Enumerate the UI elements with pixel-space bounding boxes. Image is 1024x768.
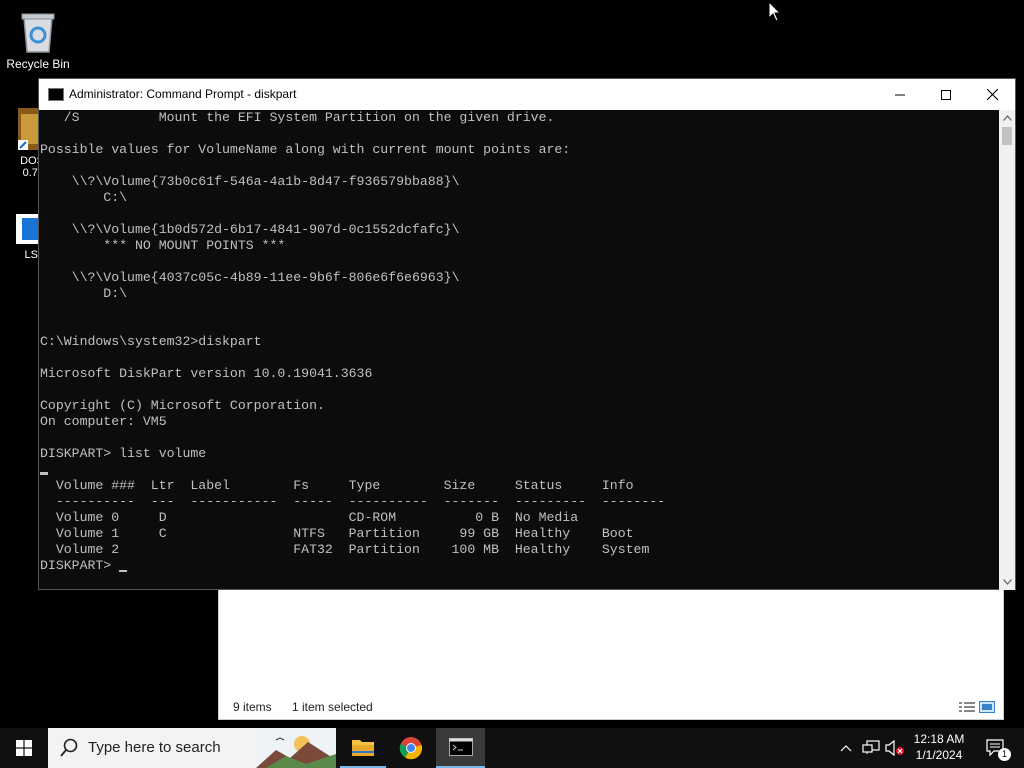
ls-label: LS: [24, 249, 38, 261]
large-icons-view-icon[interactable]: [979, 701, 995, 713]
taskbar-chrome[interactable]: [388, 728, 434, 768]
ls-shortcut[interactable]: LS: [0, 212, 40, 261]
volume-tray-button[interactable]: [884, 728, 906, 768]
command-prompt-window[interactable]: Administrator: Command Prompt - diskpart…: [38, 78, 1016, 590]
speaker-muted-icon: [885, 740, 904, 756]
scrollbar-thumb[interactable]: [1002, 127, 1012, 145]
notification-badge: 1: [998, 748, 1011, 761]
start-button[interactable]: [0, 728, 48, 768]
search-highlight-illustration: [256, 728, 336, 768]
ls-app-icon: [16, 214, 40, 244]
text-cursor: [119, 570, 128, 572]
windows-logo-icon: [16, 740, 32, 756]
taskbar-file-explorer[interactable]: [340, 728, 386, 768]
stray-cursor-mark: [40, 472, 48, 475]
window-title: Administrator: Command Prompt - diskpart: [69, 87, 297, 101]
minimize-icon: [895, 94, 905, 95]
close-button[interactable]: [969, 79, 1015, 110]
maximize-icon: [941, 89, 951, 100]
recycle-bin-label: Recycle Bin: [6, 57, 70, 71]
clock-date: 1/1/2024: [915, 748, 963, 762]
search-placeholder: Type here to search: [88, 739, 221, 756]
recycle-bin-icon: [21, 13, 55, 53]
taskbar-search-box[interactable]: Type here to search: [48, 728, 336, 768]
close-icon: [986, 89, 998, 100]
console-output[interactable]: /S Mount the EFI System Partition on the…: [39, 110, 1001, 590]
explorer-status-bar: 9 items 1 item selected: [219, 695, 1003, 719]
chevron-up-icon: [840, 745, 852, 752]
dos-app-icon: [18, 108, 42, 150]
maximize-button[interactable]: [923, 79, 969, 110]
minimize-button[interactable]: [877, 79, 923, 110]
details-view-icon[interactable]: [959, 701, 975, 713]
taskbar: Type here to search 12:18 AM 1/1/2024 1: [0, 728, 1024, 768]
scroll-down-arrow-icon[interactable]: [999, 574, 1015, 590]
chrome-icon: [399, 737, 423, 760]
console-scrollbar[interactable]: [999, 110, 1015, 590]
search-icon: [60, 738, 78, 757]
explorer-item-count: 9 items: [233, 700, 272, 714]
cmd-app-icon: [48, 88, 64, 101]
terminal-icon: [448, 738, 473, 756]
console-text: /S Mount the EFI System Partition on the…: [40, 110, 666, 557]
file-explorer-window[interactable]: 9 items 1 item selected: [218, 585, 1004, 720]
taskbar-command-prompt[interactable]: [436, 728, 485, 768]
folder-icon: [352, 740, 374, 756]
mouse-pointer-icon: [768, 1, 782, 22]
show-hidden-icons-button[interactable]: [836, 728, 856, 768]
clock-time: 12:18 AM: [913, 732, 965, 746]
recycle-bin[interactable]: Recycle Bin: [6, 8, 70, 71]
action-center-button[interactable]: 1: [976, 728, 1016, 768]
network-tray-button[interactable]: [860, 728, 882, 768]
scroll-up-arrow-icon[interactable]: [999, 110, 1015, 126]
network-icon: [862, 740, 880, 754]
clock[interactable]: 12:18 AM 1/1/2024: [906, 732, 972, 762]
window-titlebar[interactable]: Administrator: Command Prompt - diskpart: [39, 79, 1015, 110]
explorer-selection-count: 1 item selected: [292, 700, 373, 714]
console-prompt: DISKPART>: [40, 558, 120, 573]
